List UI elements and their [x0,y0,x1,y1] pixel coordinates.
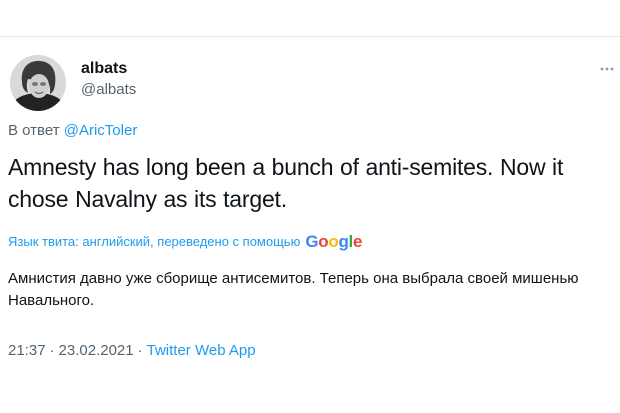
avatar[interactable] [10,55,66,111]
user-avatar-photo-icon [10,55,66,111]
meta-separator: · [49,342,55,359]
user-names: albats @albats [81,59,136,100]
translated-tweet-text: Амнистия давно уже сборище антисемитов. … [8,270,579,309]
more-dots-icon [600,67,614,71]
translation-info[interactable]: Язык твита: английский, переведено с пом… [8,233,362,251]
tweet-metadata: 21:37 · 23.02.2021 · Twitter Web App [8,341,256,361]
tweet-date[interactable]: 23.02.2021 [59,342,134,359]
meta-separator: · [137,342,143,359]
more-options-button[interactable] [600,62,614,76]
reply-prefix: В ответ [8,122,60,139]
tweet-time[interactable]: 21:37 [8,342,46,359]
tweet-screen: albats @albats В ответ @AricToler Amnest… [0,0,620,413]
tweet-source[interactable]: Twitter Web App [147,342,256,359]
display-name[interactable]: albats [81,59,136,78]
tweet-header: albats @albats [10,55,136,111]
google-logo: Google [305,232,363,251]
tweet-text: Amnesty has long been a bunch of anti-se… [8,154,564,212]
reply-to-link[interactable]: @AricToler [64,122,138,139]
translation-label: Язык твита: английский, переведено с пом… [8,234,301,249]
reply-context: В ответ @AricToler [8,121,137,141]
top-divider [0,36,620,37]
user-handle[interactable]: @albats [81,80,136,100]
